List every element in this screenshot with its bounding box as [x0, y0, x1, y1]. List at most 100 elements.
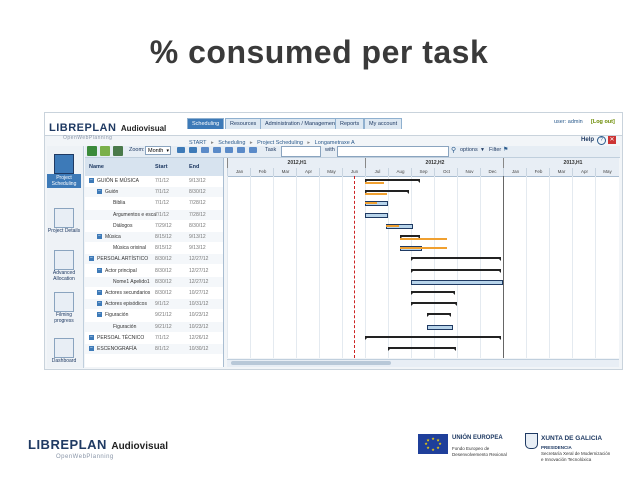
task-end[interactable]: 12/26/12: [189, 333, 208, 343]
task-start[interactable]: 8/15/12: [155, 232, 172, 242]
task-start[interactable]: 9/21/12: [155, 322, 172, 332]
task-start[interactable]: 7/1/12: [155, 176, 169, 186]
gantt-task-bar[interactable]: [411, 279, 503, 285]
task-end[interactable]: 8/30/12: [189, 221, 206, 231]
task-end[interactable]: 12/27/12: [189, 266, 208, 276]
horizontal-scrollbar[interactable]: [227, 359, 619, 367]
collapse-toggle-icon[interactable]: −: [97, 290, 102, 295]
table-row[interactable]: − Actor principal 8/30/12 12/27/12: [85, 265, 223, 276]
column-name[interactable]: Name: [89, 162, 104, 172]
table-row[interactable]: − PERSOAL TÉCNICO 7/1/12 12/26/12: [85, 332, 223, 343]
search-icon[interactable]: ⚲: [451, 146, 456, 154]
options-chevron-icon[interactable]: ▼: [480, 147, 485, 153]
column-end[interactable]: End: [189, 162, 199, 172]
collapse-toggle-icon[interactable]: −: [89, 346, 94, 351]
table-row[interactable]: − Música 8/15/12 9/13/12: [85, 232, 223, 242]
table-row[interactable]: − ESCENOGRAFÍA 8/1/12 10/30/12: [85, 344, 223, 354]
sidebar-item-project-scheduling[interactable]: Project Scheduling: [47, 154, 81, 188]
progress-icon[interactable]: [237, 147, 245, 153]
task-start[interactable]: 8/30/12: [155, 254, 172, 264]
collapse-toggle-icon[interactable]: −: [97, 189, 102, 195]
task-start[interactable]: 7/1/12: [155, 333, 169, 343]
sidebar-item-filming-progress[interactable]: Filming progress: [47, 292, 81, 324]
collapse-toggle-icon[interactable]: −: [89, 334, 94, 340]
help-icon[interactable]: ?: [597, 136, 606, 145]
tab-administration[interactable]: Administration / Management: [260, 118, 342, 129]
collapse-toggle-icon[interactable]: −: [97, 301, 102, 307]
task-start[interactable]: 9/21/12: [155, 310, 172, 320]
task-end[interactable]: 9/13/12: [189, 243, 206, 253]
task-filter-input[interactable]: [281, 146, 321, 157]
task-end[interactable]: 7/28/12: [189, 198, 206, 208]
column-start[interactable]: Start: [155, 162, 168, 172]
zoom-select[interactable]: Month ▾: [145, 146, 171, 155]
gantt-task-bar[interactable]: [365, 212, 388, 218]
table-row[interactable]: − Actores episódicos 9/1/12 10/31/12: [85, 299, 223, 310]
table-row[interactable]: Figuración 9/21/12 10/23/12: [85, 321, 223, 332]
task-start[interactable]: 7/1/12: [155, 187, 169, 197]
options-label[interactable]: options: [460, 147, 478, 153]
collapse-toggle-icon[interactable]: −: [97, 234, 102, 239]
resources-icon[interactable]: [225, 147, 233, 153]
task-start[interactable]: 7/1/12: [155, 210, 169, 220]
sidebar-item-advanced-allocation[interactable]: Advanced Allocation: [47, 250, 81, 282]
save-icon[interactable]: [87, 146, 97, 156]
gantt-group-bar[interactable]: [411, 291, 455, 293]
task-start[interactable]: 8/30/12: [155, 288, 172, 298]
sidebar-item-project-details[interactable]: Project Details: [47, 208, 81, 234]
collapse-toggle-icon[interactable]: −: [89, 178, 94, 183]
labels-icon[interactable]: [213, 147, 221, 153]
table-row[interactable]: − Guión 7/1/12 8/30/12: [85, 187, 223, 198]
table-row[interactable]: − PERSOAL ARTÍSTICO 8/30/12 12/27/12: [85, 254, 223, 265]
print-icon[interactable]: [113, 146, 123, 156]
task-end[interactable]: 12/27/12: [189, 254, 208, 264]
logout-link[interactable]: [Log out]: [591, 119, 615, 125]
collapse-toggle-icon[interactable]: −: [97, 312, 102, 318]
task-start[interactable]: 8/30/12: [155, 266, 172, 276]
with-filter-input[interactable]: [337, 146, 449, 157]
gantt-group-bar[interactable]: [365, 335, 501, 338]
sidebar-item-dashboard[interactable]: Dashboard: [47, 338, 81, 364]
task-end[interactable]: 9/13/12: [189, 176, 206, 186]
task-end[interactable]: 10/23/12: [189, 322, 208, 332]
task-end[interactable]: 8/30/12: [189, 187, 206, 197]
task-end[interactable]: 12/27/12: [189, 277, 208, 287]
task-end[interactable]: 10/27/12: [189, 288, 208, 298]
gantt-group-bar[interactable]: [388, 347, 456, 349]
table-row[interactable]: Diálogos 7/29/12 8/30/12: [85, 220, 223, 231]
close-icon[interactable]: ✕: [608, 136, 616, 144]
gantt-group-bar[interactable]: [411, 302, 457, 305]
collapse-icon[interactable]: [189, 147, 197, 153]
table-row[interactable]: Música orixinal 8/15/12 9/13/12: [85, 243, 223, 254]
table-row[interactable]: Argumentos e esca 7/1/12 7/28/12: [85, 209, 223, 220]
tab-scheduling[interactable]: Scheduling: [187, 118, 225, 129]
task-end[interactable]: 10/31/12: [189, 299, 208, 309]
gantt-group-bar[interactable]: [411, 257, 501, 260]
collapse-toggle-icon[interactable]: −: [89, 256, 94, 262]
gantt-group-bar[interactable]: [365, 179, 421, 181]
filter-label[interactable]: Filter: [489, 147, 501, 153]
filter-icon[interactable]: ⚑: [503, 146, 508, 153]
tab-my-account[interactable]: My account: [364, 118, 403, 129]
task-end[interactable]: 7/28/12: [189, 210, 206, 220]
tab-reports[interactable]: Reports: [335, 118, 365, 129]
gantt-group-bar[interactable]: [365, 190, 409, 193]
task-start[interactable]: 8/1/12: [155, 344, 169, 354]
task-start[interactable]: 8/15/12: [155, 243, 172, 253]
task-end[interactable]: 10/30/12: [189, 344, 208, 354]
expand-icon[interactable]: [177, 147, 185, 153]
task-start[interactable]: 7/1/12: [155, 198, 169, 208]
table-row[interactable]: Biblia 7/1/12 7/28/12: [85, 198, 223, 209]
critical-path-icon[interactable]: [201, 147, 209, 153]
table-row[interactable]: − Figuración 9/21/12 10/23/12: [85, 310, 223, 321]
tab-resources[interactable]: Resources: [225, 118, 262, 129]
gantt-group-bar[interactable]: [411, 268, 501, 271]
task-start[interactable]: 9/1/12: [155, 299, 169, 309]
money-cost-icon[interactable]: [249, 147, 257, 153]
task-start[interactable]: 7/29/12: [155, 221, 172, 231]
collapse-toggle-icon[interactable]: −: [97, 267, 102, 273]
task-start[interactable]: 8/30/12: [155, 277, 172, 287]
help-link[interactable]: Help: [581, 135, 594, 145]
table-row[interactable]: − GUIÓN E MÚSICA 7/1/12 9/13/12: [85, 176, 223, 186]
reload-icon[interactable]: [100, 146, 110, 156]
